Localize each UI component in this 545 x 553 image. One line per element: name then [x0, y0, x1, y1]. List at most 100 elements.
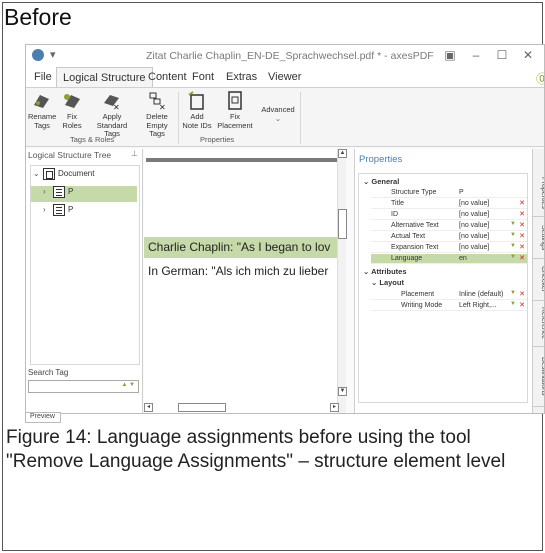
maximize-button[interactable]: ☐ — [494, 48, 510, 62]
property-row[interactable]: Placement Inline (default) ▼ ✕ — [371, 290, 527, 300]
help-icon[interactable]: ⓪ — [536, 70, 544, 87]
structure-tree: ⌄ Document › P › P — [30, 165, 140, 365]
tab-viewer[interactable]: Viewer — [262, 67, 307, 87]
svg-text:✕: ✕ — [113, 103, 120, 111]
delete-empty-tags-button[interactable]: ✕ Delete Empty Tags — [140, 91, 174, 139]
tab-content[interactable]: Content — [142, 67, 193, 87]
dropdown-icon[interactable]: ▼ — [510, 254, 516, 260]
title-bar: ▾ Zitat Charlie Chaplin_EN-DE_Sprachwech… — [26, 45, 544, 67]
scroll-thumb[interactable] — [178, 403, 226, 412]
tree-item-p[interactable]: › P — [31, 186, 137, 202]
side-tab-properties[interactable]: Properties — [533, 169, 544, 217]
dropdown-icon[interactable]: ▼ — [510, 232, 516, 238]
rename-tags-button[interactable]: Rename Tags — [28, 91, 56, 130]
before-label: Before — [4, 4, 72, 30]
app-logo-icon — [32, 49, 44, 61]
horizontal-scrollbar[interactable]: ◂ ▸ — [144, 402, 344, 413]
property-row[interactable]: Expansion Text [no value] ▼ ✕ — [371, 243, 527, 253]
group-tags-roles: Tags & Roles — [70, 135, 115, 144]
dropdown-icon[interactable]: ▼ — [510, 243, 516, 249]
category-attributes[interactable]: ⌄ Attributes — [363, 267, 407, 276]
dropdown-icon[interactable]: ▼ — [510, 221, 516, 227]
tree-item-document[interactable]: ⌄ Document — [33, 168, 133, 184]
window-title: Zitat Charlie Chaplin_EN-DE_Sprachwechse… — [146, 50, 434, 62]
tab-file[interactable]: File — [28, 67, 58, 87]
panel-title: Logical Structure Tree — [28, 150, 112, 160]
restore-icon[interactable]: ▣ — [442, 48, 458, 62]
tab-preview[interactable]: Preview — [25, 412, 61, 423]
document-view[interactable]: Charlie Chaplin: "As I began to lov In G… — [144, 149, 347, 413]
delete-icon[interactable]: ✕ — [519, 232, 525, 240]
delete-icon[interactable]: ✕ — [519, 254, 525, 262]
pin-icon[interactable]: ⊥ — [131, 149, 138, 158]
chevron-down-icon: ⌄ — [363, 267, 372, 276]
scroll-down-icon[interactable]: ▼ — [338, 387, 347, 396]
fix-placement-button[interactable]: Fix Placement — [216, 91, 254, 130]
category-layout[interactable]: ⌄ Layout — [371, 278, 404, 287]
side-tab-destinations[interactable]: Destinations — [533, 347, 544, 407]
delete-icon[interactable]: ✕ — [519, 210, 525, 218]
chevron-right-icon[interactable]: › — [43, 187, 53, 196]
add-note-ids-button[interactable]: Add Note IDs — [182, 91, 212, 130]
tree-item-p[interactable]: › P — [31, 204, 137, 220]
search-tag-input[interactable]: ▲ ▼ — [28, 380, 139, 393]
side-tab-reference[interactable]: Reference — [533, 301, 544, 347]
properties-title: Properties — [359, 154, 403, 165]
property-row[interactable]: Title [no value] ✕ — [371, 199, 527, 209]
ribbon-separator — [178, 92, 179, 144]
search-nav-arrows[interactable]: ▲ ▼ — [121, 382, 135, 388]
tab-font[interactable]: Font — [186, 67, 220, 87]
minimize-button[interactable]: – — [468, 48, 484, 62]
tab-logical-structure[interactable]: Logical Structure — [56, 67, 153, 87]
fix-roles-icon — [64, 94, 80, 108]
property-row[interactable]: ID [no value] ✕ — [371, 210, 527, 220]
side-tab-checker[interactable]: Checker — [533, 259, 544, 301]
property-row[interactable]: Alternative Text [no value] ▼ ✕ — [371, 221, 527, 231]
delete-empty-tags-icon: ✕ — [149, 92, 166, 111]
delete-icon[interactable]: ✕ — [519, 243, 525, 251]
search-tag-label: Search Tag — [28, 368, 69, 377]
add-note-ids-icon — [188, 91, 204, 110]
scroll-thumb[interactable] — [338, 209, 347, 239]
fix-roles-button[interactable]: Fix Roles — [58, 91, 86, 130]
document-line: In German: "Als ich mich zu lieber — [148, 264, 329, 278]
chevron-down-icon: ⌄ — [274, 113, 282, 123]
properties-panel: Properties ⌄ General Structure Type P Tit… — [354, 149, 544, 413]
paragraph-node-icon — [53, 186, 65, 198]
close-button[interactable]: ✕ — [520, 48, 536, 62]
apply-standard-tags-button[interactable]: ✕ Apply Standard Tags — [92, 91, 132, 139]
side-tab-settings[interactable]: Settings — [533, 217, 544, 259]
group-properties: Properties — [200, 135, 235, 144]
property-row[interactable]: Structure Type P — [371, 188, 527, 198]
document-line: Charlie Chaplin: "As I began to lov — [148, 240, 331, 254]
vertical-scrollbar[interactable]: ▲ ▼ — [337, 149, 347, 413]
paragraph-node-icon — [53, 204, 65, 216]
advanced-dropdown[interactable]: Advanced ⌄ — [260, 105, 296, 123]
language-value[interactable]: en — [459, 255, 467, 262]
document-node-icon — [43, 168, 55, 180]
ribbon: Rename Tags Fix Roles ✕ Apply Standard T… — [26, 87, 544, 147]
delete-icon[interactable]: ✕ — [519, 301, 525, 309]
app-window: ▾ Zitat Charlie Chaplin_EN-DE_Sprachwech… — [25, 44, 545, 414]
logical-structure-tree-panel: Logical Structure Tree ⊥ ⌄ Document › P › P… — [26, 149, 143, 413]
scroll-right-icon[interactable]: ▸ — [330, 403, 339, 412]
category-general[interactable]: ⌄ General — [363, 177, 399, 186]
delete-icon[interactable]: ✕ — [519, 221, 525, 229]
dropdown-icon[interactable]: ▼ — [510, 301, 516, 307]
top-bar — [146, 158, 341, 162]
property-row-language[interactable]: Language en ▼ ✕ — [371, 254, 527, 264]
rename-tags-icon — [34, 95, 49, 108]
chevron-right-icon[interactable]: › — [43, 205, 53, 214]
properties-grid: ⌄ General Structure Type P Title [no value… — [358, 173, 528, 403]
property-row[interactable]: Writing Mode Left Right,... ▼ ✕ — [371, 301, 527, 311]
chevron-down-icon[interactable]: ⌄ — [33, 169, 43, 178]
delete-icon[interactable]: ✕ — [519, 290, 525, 298]
delete-icon[interactable]: ✕ — [519, 199, 525, 207]
scroll-up-icon[interactable]: ▲ — [338, 149, 347, 158]
property-row[interactable]: Actual Text [no value] ▼ ✕ — [371, 232, 527, 242]
tab-extras[interactable]: Extras — [220, 67, 263, 87]
menu-bar: File Logical Structure Content Font Extr… — [26, 67, 544, 87]
dropdown-icon[interactable]: ▼ — [510, 290, 516, 296]
scroll-left-icon[interactable]: ◂ — [144, 403, 153, 412]
quick-access-dropdown[interactable]: ▾ — [50, 48, 56, 61]
